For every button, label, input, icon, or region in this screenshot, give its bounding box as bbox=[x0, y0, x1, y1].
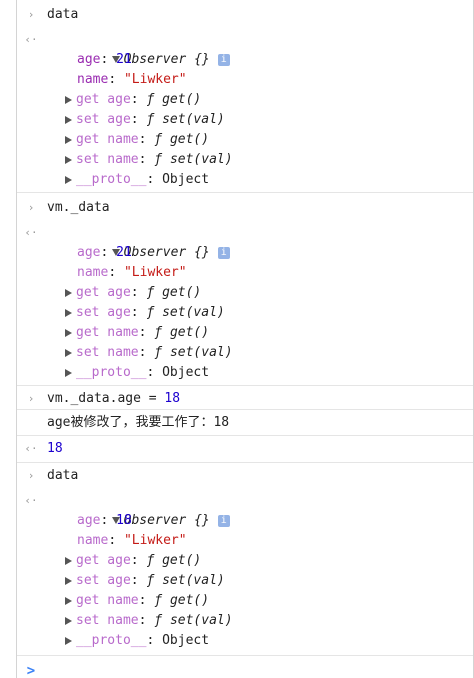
prop-row: age: 21 bbox=[77, 52, 132, 67]
prop-key: name bbox=[77, 533, 109, 548]
proto-row[interactable]: __proto__: Object bbox=[17, 170, 473, 190]
accessor-row[interactable]: set age: ƒ set(val) bbox=[17, 110, 473, 130]
collapse-triangle-icon[interactable] bbox=[65, 596, 72, 605]
prop-value: 21 bbox=[116, 245, 132, 260]
collapse-triangle-icon[interactable] bbox=[65, 636, 72, 645]
prompt-caret-icon: > bbox=[26, 663, 36, 678]
log-text: age被修改了，我要工作了：18 bbox=[47, 415, 230, 430]
output-line: ‹· Observer {} i bbox=[17, 30, 473, 67]
console-entry-assign: › vm._data.age = 18 bbox=[17, 386, 473, 410]
console-log-entry: age被修改了，我要工作了：18 bbox=[17, 410, 473, 436]
prop-key: name bbox=[77, 265, 109, 280]
console-entry-vm-data: › vm._data ‹· Observer {} i age: 21 name:… bbox=[17, 193, 473, 386]
collapse-triangle-icon[interactable] bbox=[65, 556, 72, 565]
prop-key: age bbox=[77, 513, 101, 528]
prop-key: age bbox=[77, 52, 101, 67]
accessor-row[interactable]: set age: ƒ set(val) bbox=[17, 303, 473, 323]
console-panel: › data ‹· Observer {} i age: 21 name: "Li… bbox=[16, 0, 474, 678]
result-prompt-icon: ‹· bbox=[24, 442, 38, 455]
prop-key: age bbox=[77, 245, 101, 260]
console-result-entry: ‹· 18 bbox=[17, 436, 473, 463]
accessor-row[interactable]: get age: ƒ get() bbox=[17, 90, 473, 110]
collapse-triangle-icon[interactable] bbox=[65, 308, 72, 317]
input-line[interactable]: › vm._data.age = 18 bbox=[17, 389, 473, 409]
input-prompt-icon: › bbox=[27, 201, 35, 214]
output-line: ‹· Observer {} i bbox=[17, 223, 473, 260]
log-line: age被修改了，我要工作了：18 bbox=[17, 413, 473, 433]
accessor-row[interactable]: get age: ƒ get() bbox=[17, 283, 473, 303]
prop-value: "Liwker" bbox=[123, 265, 187, 280]
command-text: data bbox=[47, 468, 79, 483]
accessor-row[interactable]: set age: ƒ set(val) bbox=[17, 571, 473, 591]
collapse-triangle-icon[interactable] bbox=[65, 95, 72, 104]
result-value: 18 bbox=[47, 441, 63, 456]
collapse-triangle-icon[interactable] bbox=[65, 576, 72, 585]
prop-value: 21 bbox=[116, 52, 132, 67]
collapse-triangle-icon[interactable] bbox=[65, 616, 72, 625]
console-entry-data-1: › data ‹· Observer {} i age: 21 name: "Li… bbox=[17, 0, 473, 193]
accessor-row[interactable]: get name: ƒ get() bbox=[17, 130, 473, 150]
input-prompt-icon: › bbox=[27, 469, 35, 482]
prop-key: name bbox=[77, 72, 109, 87]
input-prompt-icon: › bbox=[27, 8, 35, 21]
collapse-triangle-icon[interactable] bbox=[65, 288, 72, 297]
command-text: vm._data bbox=[47, 200, 110, 215]
input-line[interactable]: › vm._data bbox=[17, 198, 473, 218]
prop-row: name: "Liwker" bbox=[77, 72, 187, 87]
result-line: ‹· 18 bbox=[17, 439, 473, 459]
prop-row: age: 18 bbox=[77, 513, 132, 528]
prop-row: age: 21 bbox=[77, 245, 132, 260]
prop-row: name: "Liwker" bbox=[77, 533, 187, 548]
input-line[interactable]: › data bbox=[17, 5, 473, 25]
accessor-row[interactable]: get age: ƒ get() bbox=[17, 551, 473, 571]
collapse-triangle-icon[interactable] bbox=[65, 348, 72, 357]
accessor-row[interactable]: set name: ƒ set(val) bbox=[17, 343, 473, 363]
proto-row[interactable]: __proto__: Object bbox=[17, 631, 473, 651]
collapse-triangle-icon[interactable] bbox=[65, 155, 72, 164]
accessor-row[interactable]: get name: ƒ get() bbox=[17, 591, 473, 611]
proto-row[interactable]: __proto__: Object bbox=[17, 363, 473, 383]
collapse-triangle-icon[interactable] bbox=[65, 135, 72, 144]
prop-value: 18 bbox=[116, 513, 132, 528]
output-prompt-icon: ‹· bbox=[24, 33, 38, 46]
output-prompt-icon: ‹· bbox=[24, 226, 38, 239]
command-text: vm._data.age = 18 bbox=[47, 391, 181, 406]
prop-value: "Liwker" bbox=[123, 72, 187, 87]
console-entry-data-2: › data ‹· Observer {} i age: 18 name: "Li… bbox=[17, 463, 473, 656]
command-text: data bbox=[47, 7, 79, 22]
output-line: ‹· Observer {} i bbox=[17, 491, 473, 528]
prop-row: name: "Liwker" bbox=[77, 265, 187, 280]
accessor-row[interactable]: get name: ƒ get() bbox=[17, 323, 473, 343]
input-prompt-icon: › bbox=[27, 392, 35, 405]
prop-value: "Liwker" bbox=[123, 533, 187, 548]
accessor-row[interactable]: set name: ƒ set(val) bbox=[17, 150, 473, 170]
input-line[interactable]: › data bbox=[17, 466, 473, 486]
output-prompt-icon: ‹· bbox=[24, 494, 38, 507]
collapse-triangle-icon[interactable] bbox=[65, 115, 72, 124]
console-prompt[interactable]: > bbox=[17, 658, 473, 678]
collapse-triangle-icon[interactable] bbox=[65, 368, 72, 377]
collapse-triangle-icon[interactable] bbox=[65, 175, 72, 184]
collapse-triangle-icon[interactable] bbox=[65, 328, 72, 337]
accessor-row[interactable]: set name: ƒ set(val) bbox=[17, 611, 473, 631]
